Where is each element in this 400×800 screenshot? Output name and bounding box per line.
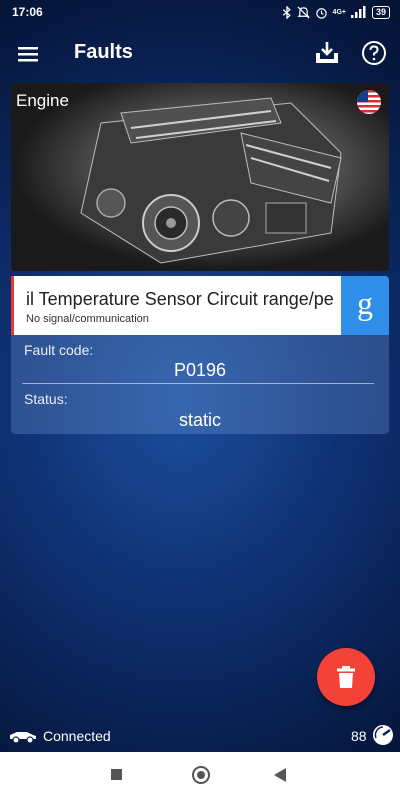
engine-card[interactable]: Engine <box>11 83 389 271</box>
connection-status: Connected <box>43 728 111 744</box>
engine-image <box>80 97 342 264</box>
status-label: Status: <box>24 391 68 407</box>
speedometer-icon <box>373 725 393 745</box>
mute-icon <box>296 6 310 18</box>
menu-icon[interactable] <box>14 40 44 70</box>
alarm-icon <box>315 7 327 19</box>
status-time: 17:06 <box>12 5 43 19</box>
delete-button[interactable] <box>317 648 375 706</box>
help-icon[interactable] <box>361 40 387 66</box>
fault-code-label: Fault code: <box>24 342 94 358</box>
back-button[interactable] <box>274 768 286 782</box>
fault-subtitle: No signal/communication <box>26 313 149 325</box>
fault-description: il Temperature Sensor Circuit range/pe <box>26 289 334 309</box>
status-value: static <box>178 410 221 430</box>
connection-bar: Connected 88 <box>0 722 400 752</box>
status-bar: 17:06 4G+ 39 <box>0 0 400 24</box>
system-nav-bar <box>0 752 400 800</box>
page-title: Faults <box>74 41 133 63</box>
divider <box>22 383 374 384</box>
trash-icon <box>337 666 355 688</box>
download-icon[interactable] <box>312 38 342 68</box>
google-search-button[interactable]: g <box>341 276 389 335</box>
recent-apps-button[interactable] <box>111 769 122 780</box>
us-flag-icon <box>357 90 381 114</box>
car-icon <box>10 732 36 744</box>
app-bar: Faults <box>0 26 400 82</box>
network-type-label: 4G+ <box>332 8 346 16</box>
speed-value: 88 <box>351 728 367 744</box>
home-button[interactable] <box>192 766 210 784</box>
bluetooth-icon <box>282 5 291 19</box>
fault-card: il Temperature Sensor Circuit range/pe N… <box>11 276 389 434</box>
battery-icon: 39 <box>371 5 390 19</box>
engine-card-title: Engine <box>16 91 69 110</box>
google-icon: g <box>357 285 373 321</box>
signal-icon <box>350 6 366 18</box>
fault-code-value: P0196 <box>173 360 227 380</box>
fault-description-box: il Temperature Sensor Circuit range/pe N… <box>11 276 341 335</box>
